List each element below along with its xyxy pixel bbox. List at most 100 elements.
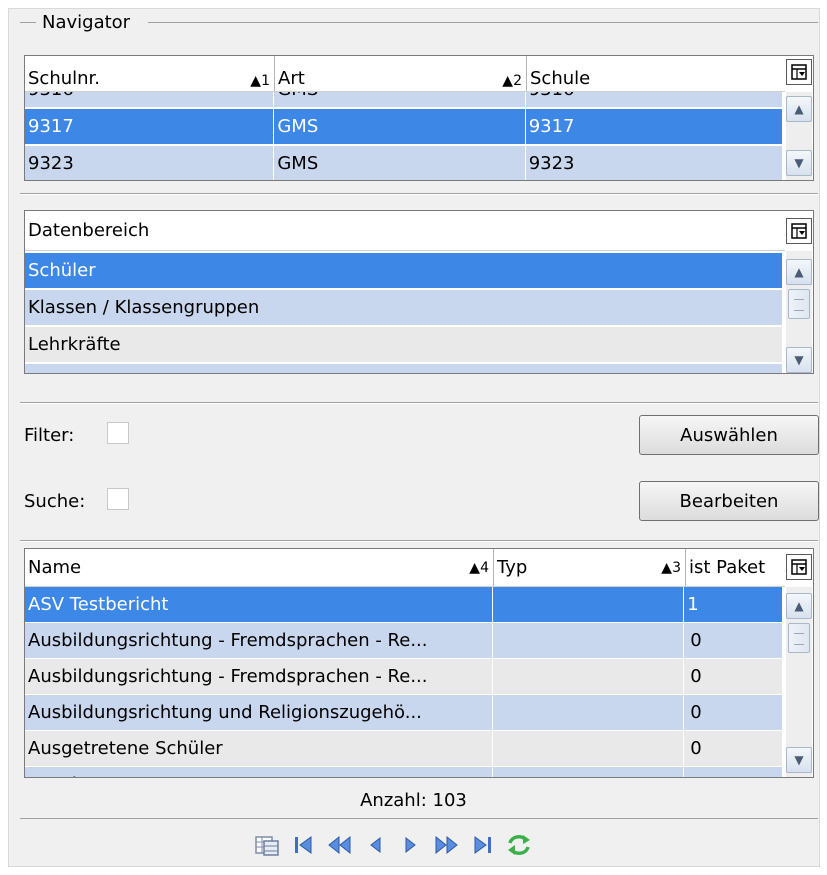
table-row[interactable]: DAZ im Gesamt... 0: [25, 767, 783, 777]
navigator-frame-line-right: [148, 22, 818, 23]
table-row[interactable]: 9323 GMS 9323: [25, 146, 783, 180]
list-item[interactable]: Klassen / Klassengruppen: [25, 290, 783, 326]
bearbeiten-button[interactable]: Bearbeiten: [639, 481, 819, 521]
sort-asc-icon: ▲3: [661, 559, 681, 576]
column-header-label: Typ: [497, 557, 528, 578]
column-chooser-icon[interactable]: [786, 218, 812, 244]
cell-ist-paket: 0: [684, 767, 783, 777]
previous-record-icon[interactable]: [360, 832, 390, 858]
column-header-datenbereich[interactable]: Datenbereich: [25, 211, 785, 250]
cell-typ: [493, 587, 685, 622]
cell-ist-paket: 0: [684, 659, 783, 694]
cell-ist-paket: 0: [684, 731, 783, 766]
sort-order: 1: [261, 73, 270, 89]
sort-order: 2: [513, 73, 522, 89]
cell-name: DAZ im Gesamt...: [25, 767, 493, 777]
navigator-title: Navigator: [36, 12, 137, 33]
previous-page-icon[interactable]: [324, 832, 354, 858]
cell-typ: [493, 623, 685, 658]
column-chooser-icon[interactable]: [786, 554, 812, 580]
scroll-thumb[interactable]: [788, 623, 810, 653]
cell-schulnr: 9317: [25, 109, 275, 144]
scroll-thumb[interactable]: [788, 289, 810, 319]
cell-art: GMS: [274, 109, 526, 144]
cell-label: Klassen / Klassengruppen: [25, 290, 783, 325]
table-row[interactable]: Ausbildungsrichtung - Fremdsprachen - Re…: [25, 623, 783, 659]
schools-rows: 9316 GMS 9316 9317 GMS 9317 9323 GMS 932…: [25, 92, 783, 180]
cell-name: Ausgetretene Schüler: [25, 731, 493, 766]
list-item[interactable]: Lehrkräfte: [25, 327, 783, 363]
datenbereich-header: Datenbereich: [25, 211, 785, 251]
record-count: Anzahl: 103: [360, 790, 467, 811]
schools-grid[interactable]: Schulnr. ▲1 Art ▲2 Schule 9316 GMS 9316 …: [24, 55, 814, 181]
sort-asc-icon: ▲1: [250, 73, 270, 89]
reports-grid-header: Name ▲4 Typ ▲3 ist Paket: [25, 549, 785, 587]
scroll-down-icon[interactable]: ▼: [786, 347, 812, 373]
cell-schule: 9323: [526, 146, 783, 180]
cell-schule: 9317: [526, 109, 783, 144]
cell-label: Schüler: [25, 253, 783, 288]
section-divider: [20, 193, 818, 195]
section-divider: [20, 540, 818, 542]
table-row[interactable]: Ausbildungsrichtung und Religionszugehö.…: [25, 695, 783, 731]
column-header-name[interactable]: Name ▲4: [25, 549, 494, 586]
column-header-typ[interactable]: Typ ▲3: [494, 549, 686, 586]
schools-grid-header: Schulnr. ▲1 Art ▲2 Schule: [25, 56, 785, 92]
cell-art: GMS: [274, 146, 526, 180]
scroll-up-icon[interactable]: ▲: [786, 96, 812, 122]
column-header-label: Schulnr.: [28, 68, 101, 89]
reports-scrollbar[interactable]: ▲ ▼: [786, 587, 812, 777]
sort-order: 3: [672, 559, 681, 576]
scroll-up-icon[interactable]: ▲: [786, 593, 812, 619]
column-header-schulnr[interactable]: Schulnr. ▲1: [25, 56, 275, 91]
next-record-icon[interactable]: [396, 832, 426, 858]
suche-checkbox[interactable]: [107, 488, 129, 510]
datenbereich-scrollbar[interactable]: ▲ ▼: [786, 251, 812, 373]
column-header-art[interactable]: Art ▲2: [275, 56, 527, 91]
table-row[interactable]: ASV Testbericht 1: [25, 587, 783, 623]
column-header-schule[interactable]: Schule: [527, 56, 779, 91]
table-row[interactable]: 9316 GMS 9316: [25, 92, 783, 108]
cell-art: GMS: [274, 92, 526, 107]
refresh-icon[interactable]: [504, 832, 534, 858]
cell-typ: [493, 767, 685, 777]
scroll-down-icon[interactable]: ▼: [786, 150, 812, 176]
filter-checkbox[interactable]: [107, 422, 129, 444]
reports-rows: ASV Testbericht 1 Ausbildungsrichtung - …: [25, 587, 783, 777]
record-navigation-toolbar: [252, 832, 540, 858]
first-record-icon[interactable]: [288, 832, 318, 858]
cell-ist-paket: 0: [684, 623, 783, 658]
schools-scrollbar[interactable]: ▲ ▼: [786, 92, 812, 180]
cell-name: ASV Testbericht: [25, 587, 493, 622]
cell-label: Schulen: [25, 364, 783, 373]
cell-ist-paket: 0: [684, 695, 783, 730]
datenbereich-rows: Schüler Klassen / Klassengruppen Lehrkrä…: [25, 251, 783, 373]
datenbereich-grid[interactable]: Datenbereich Schüler Klassen / Klassengr…: [24, 210, 814, 374]
table-row[interactable]: 9317 GMS 9317: [25, 109, 783, 145]
list-item[interactable]: Schüler: [25, 253, 783, 289]
cell-schulnr: 9323: [25, 146, 275, 180]
cell-name: Ausbildungsrichtung - Fremdsprachen - Re…: [25, 659, 493, 694]
table-row[interactable]: Ausgetretene Schüler 0: [25, 731, 783, 767]
column-header-label: Name: [28, 557, 82, 578]
last-record-icon[interactable]: [468, 832, 498, 858]
column-chooser-icon[interactable]: [786, 59, 812, 85]
column-header-label: Schule: [530, 68, 591, 89]
cell-schulnr: 9316: [25, 92, 275, 107]
cell-name: Ausbildungsrichtung - Fremdsprachen - Re…: [25, 623, 493, 658]
cell-typ: [493, 731, 685, 766]
cell-name: Ausbildungsrichtung und Religionszugehö.…: [25, 695, 493, 730]
table-row[interactable]: Ausbildungsrichtung - Fremdsprachen - Re…: [25, 659, 783, 695]
cell-schule: 9316: [526, 92, 783, 107]
scroll-up-icon[interactable]: ▲: [786, 259, 812, 285]
column-header-ist-paket[interactable]: ist Paket: [686, 549, 785, 586]
section-divider: [20, 402, 818, 404]
list-item[interactable]: Schulen: [25, 364, 783, 373]
table-view-icon[interactable]: [252, 832, 282, 858]
sort-asc-icon: ▲4: [469, 559, 489, 576]
scroll-down-icon[interactable]: ▼: [786, 747, 812, 773]
reports-grid[interactable]: Name ▲4 Typ ▲3 ist Paket ASV Testbericht…: [24, 548, 814, 778]
auswaehlen-button[interactable]: Auswählen: [639, 415, 819, 455]
cell-label: Lehrkräfte: [25, 327, 783, 362]
next-page-icon[interactable]: [432, 832, 462, 858]
